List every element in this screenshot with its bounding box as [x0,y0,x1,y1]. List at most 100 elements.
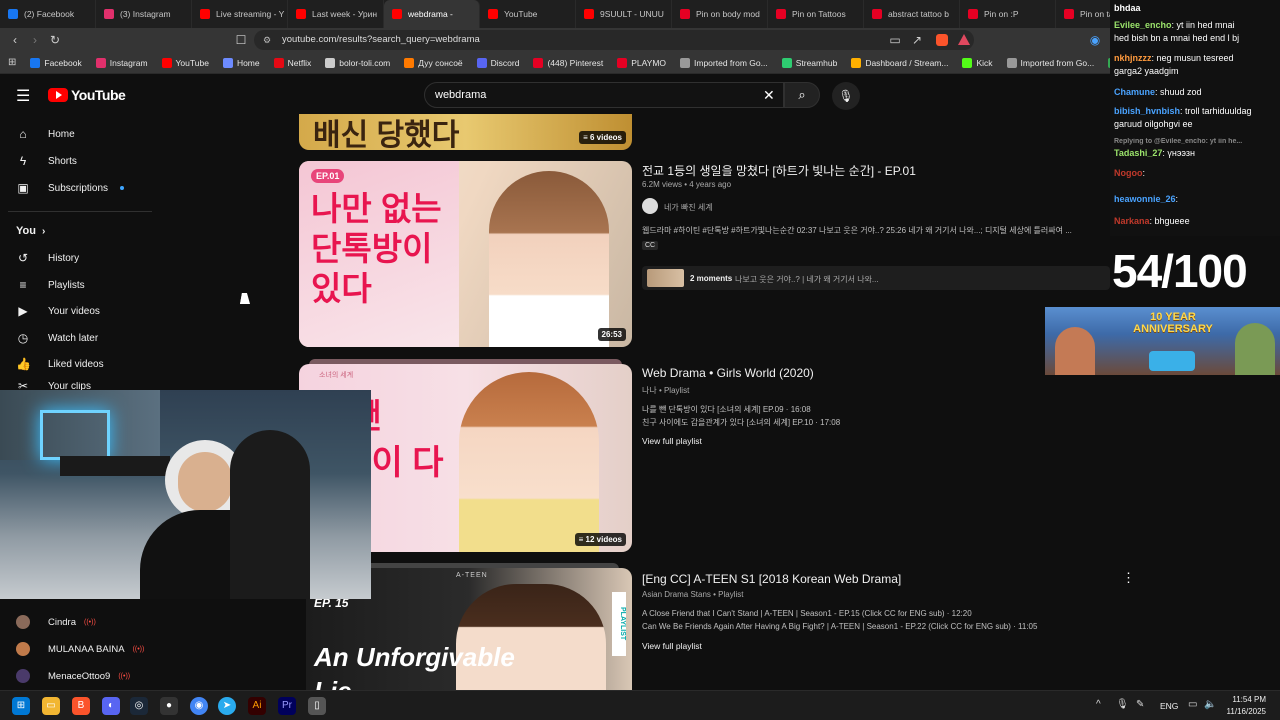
playlist-meta[interactable]: 나나 • Playlist [642,385,689,396]
bookmark-icon[interactable]: ☐ [230,33,252,47]
obs-icon[interactable]: ● [160,697,178,715]
file-explorer-icon[interactable]: ▭ [42,697,60,715]
rewards-icon[interactable] [958,34,970,45]
volume-icon[interactable]: 🔈 [1204,699,1216,710]
voice-search-button[interactable]: 🎙 [832,82,860,110]
bookmark-item[interactable]: Instagram [95,57,148,68]
forward-icon[interactable]: › [24,33,46,47]
sidebar-channel-item[interactable]: MenaceOttoo9 ((•)) [16,666,130,686]
playlist-video-line[interactable]: 나를 뺀 단톡방이 있다 [소녀의 세계] EP.09 · 16:08 [642,404,811,415]
browser-tab[interactable]: Live streaming - Y [192,0,288,28]
channel-name[interactable]: 네가 빠진 세계 [664,202,713,213]
chevron-up-icon[interactable]: ^ [1096,699,1101,710]
sidebar-item-subscriptions[interactable]: ▣ Subscriptions [16,178,125,198]
windows-start-icon[interactable]: ⊞ [12,697,30,715]
bookmark-item[interactable]: Discord [476,57,519,68]
video-title[interactable]: 전교 1등의 생일을 망쳤다 [하트가 빛나는 순간] - EP.01 [642,162,916,179]
search-input[interactable]: webdrama ✕ [424,82,784,108]
browser-tab[interactable]: Pin on body mod [672,0,768,28]
microphone-tray-icon[interactable]: 🎙 [1116,699,1129,710]
sidebar-item-playlists[interactable]: ≡ Playlists [16,275,84,295]
more-options-icon[interactable]: ⋮ [1122,570,1135,586]
bookmark-item[interactable]: Home [222,57,260,68]
menu-icon[interactable]: ☰ [16,86,30,106]
search-icon: ⌕ [798,87,806,102]
media-icon[interactable]: ◉ [1084,33,1106,47]
chat-message: Chamune: shuud zod [1114,87,1278,97]
channel-name: MenaceOttoo9 [48,670,111,682]
browser-tab[interactable]: abstract tattoo b [864,0,960,28]
sidebar-channel-item[interactable]: Cindra ((•)) [16,612,96,632]
playlist-video-line[interactable]: 친구 사이에도 갑을관계가 있다 [소녀의 세계] EP.10 · 17:08 [642,417,840,428]
playlist-meta[interactable]: Asian Drama Stans • Playlist [642,590,744,599]
share-icon[interactable]: ↗ [906,33,928,47]
bookmark-item[interactable]: bolor-toli.com [325,57,391,68]
browser-tab[interactable]: (3) Instagram [96,0,192,28]
sidebar-item-history[interactable]: ↺ History [16,248,79,268]
site-info-icon[interactable]: ⚙ [263,30,271,50]
usb-device-icon[interactable]: ▯ [308,697,326,715]
network-icon[interactable]: ▭ [1188,699,1197,710]
bookmark-item[interactable]: Dashboard / Stream... [851,57,948,68]
apps-grid-icon[interactable]: ⊞ [8,57,16,68]
sidebar-item-liked-videos[interactable]: 👍 Liked videos [16,354,104,374]
illustrator-icon[interactable]: Ai [248,697,266,715]
sidebar-item-watch-later[interactable]: ◷ Watch later [16,328,98,348]
tab-label: (3) Instagram [120,9,171,19]
view-full-playlist-link[interactable]: View full playlist [642,641,702,651]
playlist-video-line[interactable]: A Close Friend that I Can't Stand | A-TE… [642,609,972,618]
clear-search-icon[interactable]: ✕ [763,83,775,107]
cast-icon[interactable]: ▭ [884,33,906,47]
chat-text: garga2 yaadgim [1114,66,1179,76]
bookmark-item[interactable]: YouTube [161,57,209,68]
steam-icon[interactable]: ◎ [130,697,148,715]
browser-tab[interactable]: Pin on :P [960,0,1056,28]
sidebar-channel-item[interactable]: MULANAA BAINA ((•)) [16,639,144,659]
clock-date[interactable]: 11/16/2025 [1222,707,1266,716]
youtube-logo[interactable]: YouTube [48,87,126,103]
playlist-title[interactable]: Web Drama • Girls World (2020) [642,366,814,380]
bookmark-item[interactable]: PLAYMO [617,57,666,68]
view-full-playlist-link[interactable]: View full playlist [642,436,702,446]
bookmark-item[interactable]: Imported from Go... [680,57,768,68]
premiere-icon[interactable]: Pr [278,697,296,715]
sidebar-item-you[interactable]: You › [16,221,45,241]
language-indicator[interactable]: ENG [1160,701,1178,711]
bookmark-item[interactable]: Streamhub [781,57,837,68]
search-button[interactable]: ⌕ [784,82,820,108]
browser-tab[interactable]: 9SUULT - UNUU [576,0,672,28]
video-thumbnail[interactable]: EP.01 나만 없는 단톡방이 있다 26:53 [299,161,632,347]
person-figure [459,372,599,552]
discord-icon[interactable]: ◐ [102,697,120,715]
key-moments-bar[interactable]: 2 moments 나보고 웃은 거야..? | 네가 왜 거기서 나와... [642,266,1110,290]
reload-icon[interactable]: ↻ [44,33,66,47]
bookmark-item[interactable]: Netflix [273,57,311,68]
brave-browser-icon[interactable]: B [72,697,90,715]
channel-avatar[interactable] [642,198,658,214]
browser-tab[interactable]: (2) Facebook [0,0,96,28]
browser-tab[interactable]: Pin on Tattoos [768,0,864,28]
chrome-icon[interactable]: ◉ [190,697,208,715]
bookmark-label: bolor-toli.com [339,57,391,68]
telegram-icon[interactable]: ➤ [218,697,236,715]
sidebar-item-your-videos[interactable]: ▶ Your videos [16,301,100,321]
clock-time[interactable]: 11:54 PM [1230,695,1266,704]
pen-tray-icon[interactable]: ✎ [1136,699,1144,710]
bookmark-item[interactable]: Imported from Go... [1006,57,1094,68]
sidebar-item-home[interactable]: ⌂ Home [16,124,74,144]
bookmark-item[interactable]: Kick [962,57,993,68]
browser-tab[interactable]: YouTube [480,0,576,28]
playlist-title[interactable]: [Eng CC] A-TEEN S1 [2018 Korean Web Dram… [642,572,901,586]
browser-tab[interactable]: webdrama - [384,0,480,28]
back-icon[interactable]: ‹ [4,33,26,47]
sidebar-item-shorts[interactable]: ϟ Shorts [16,151,77,171]
bookmark-item[interactable]: Дуу сонсоё [404,57,463,68]
playlist-thumbnail[interactable]: 배신 당했다 ≡ 6 videos [299,114,632,150]
playlist-video-line[interactable]: Can We Be Friends Again After Having A B… [642,622,1037,631]
address-bar[interactable]: ⚙ youtube.com/results?search_query=webdr… [254,30,974,50]
bookmark-item[interactable]: (448) Pinterest [533,57,603,68]
sidebar-item-your-clips[interactable]: ✂ Your clips [16,382,91,390]
browser-tab[interactable]: Last week - Урин [288,0,384,28]
bookmark-item[interactable]: Facebook [30,57,82,68]
brave-shield-icon[interactable] [936,34,948,46]
